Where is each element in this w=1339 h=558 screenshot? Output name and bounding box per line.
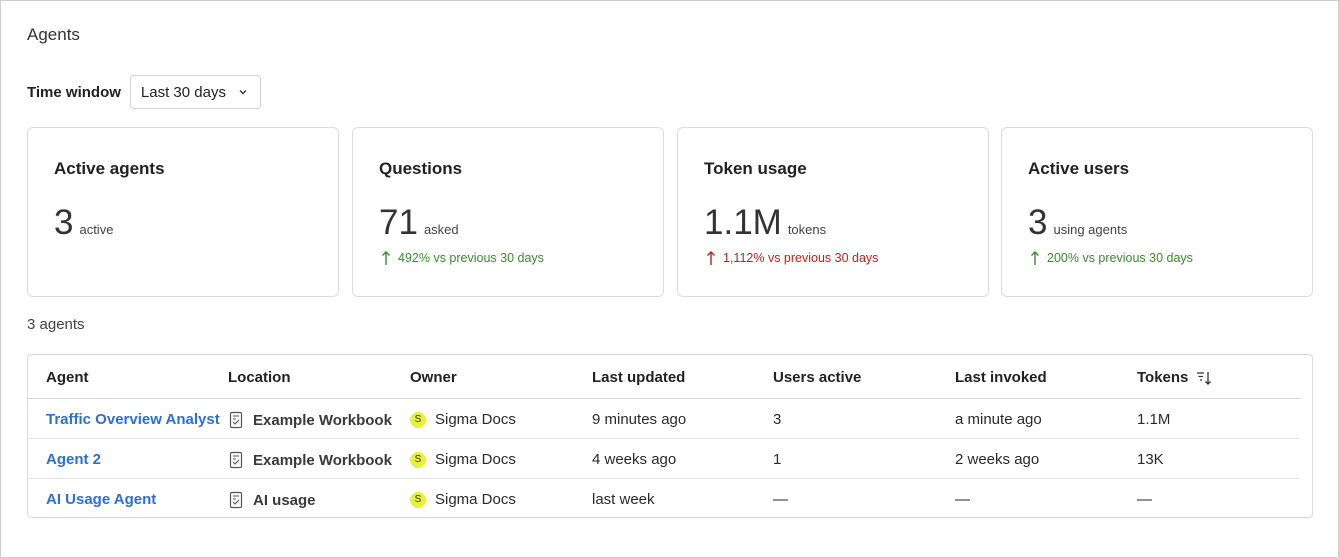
table-row[interactable]: AI Usage Agent AI usage S Sigma Docs las…: [28, 479, 1300, 519]
avatar: S: [410, 491, 426, 508]
card-token-usage: Token usage 1.1M tokens 1,112% vs previo…: [677, 127, 989, 297]
column-header-last-updated[interactable]: Last updated: [592, 369, 685, 386]
time-window-select[interactable]: Last 30 days: [129, 75, 261, 109]
workbook-icon: [228, 491, 244, 509]
owner-cell: S Sigma Docs: [410, 451, 516, 468]
card-title: Active users: [1028, 159, 1130, 178]
location-cell: AI usage: [228, 491, 316, 509]
time-window-filter: Time window Last 30 days: [27, 75, 261, 109]
card-title: Token usage: [704, 159, 807, 178]
tokens-cell: —: [1137, 491, 1152, 508]
location-name: Example Workbook: [253, 451, 392, 469]
card-active-users: Active users 3 using agents 200% vs prev…: [1001, 127, 1313, 297]
location-name: AI usage: [253, 491, 316, 509]
column-header-location[interactable]: Location: [228, 369, 291, 386]
workbook-icon: [228, 411, 244, 429]
users-active-cell: 1: [773, 451, 782, 468]
agent-link[interactable]: Traffic Overview Analyst: [46, 411, 220, 428]
card-value-row: 3 using agents: [1028, 202, 1127, 244]
card-questions: Questions 71 asked 492% vs previous 30 d…: [352, 127, 664, 297]
column-header-tokens-label: Tokens: [1137, 369, 1189, 386]
column-header-last-invoked[interactable]: Last invoked: [955, 369, 1047, 386]
time-window-value: Last 30 days: [140, 83, 226, 101]
tokens-cell: 13K: [1137, 451, 1164, 468]
sort-descending-icon[interactable]: [1196, 370, 1212, 386]
last-invoked-cell: a minute ago: [955, 411, 1042, 428]
card-delta: 200% vs previous 30 days: [1030, 250, 1193, 266]
arrow-up-icon: [706, 250, 716, 266]
table-row[interactable]: Agent 2 Example Workbook S Sigma Docs 4 …: [28, 439, 1300, 479]
card-delta-text: 492% vs previous 30 days: [398, 251, 544, 265]
column-header-owner[interactable]: Owner: [410, 369, 457, 386]
last-invoked-cell: —: [955, 491, 970, 508]
last-invoked-cell: 2 weeks ago: [955, 451, 1040, 468]
column-header-agent[interactable]: Agent: [46, 369, 89, 386]
workbook-icon: [228, 451, 244, 469]
table-header: Agent Location Owner Last updated Users …: [28, 355, 1300, 399]
card-delta-text: 200% vs previous 30 days: [1047, 251, 1193, 265]
agents-table: Agent Location Owner Last updated Users …: [27, 354, 1313, 518]
card-value: 3: [54, 203, 74, 242]
agent-link[interactable]: AI Usage Agent: [46, 491, 156, 508]
last-updated-cell: 9 minutes ago: [592, 411, 687, 428]
arrow-up-icon: [381, 250, 391, 266]
card-value-row: 71 asked: [379, 202, 459, 244]
card-unit: using agents: [1053, 222, 1128, 237]
card-value-row: 1.1M tokens: [704, 202, 826, 244]
column-header-users-active[interactable]: Users active: [773, 369, 861, 386]
card-value-row: 3 active: [54, 202, 113, 244]
column-header-tokens[interactable]: Tokens: [1137, 369, 1212, 386]
owner-cell: S Sigma Docs: [410, 411, 516, 428]
card-value: 1.1M: [704, 203, 782, 242]
agent-name[interactable]: Agent 2: [46, 451, 101, 468]
agents-count: 3 agents: [27, 316, 85, 333]
card-active-agents: Active agents 3 active: [27, 127, 339, 297]
users-active-cell: —: [773, 491, 788, 508]
tokens-cell: 1.1M: [1137, 411, 1171, 428]
chevron-down-icon: [238, 87, 248, 97]
table-row[interactable]: Traffic Overview Analyst Example Workboo…: [28, 399, 1300, 439]
arrow-up-icon: [1030, 250, 1040, 266]
card-delta-text: 1,112% vs previous 30 days: [723, 251, 879, 265]
card-value: 71: [379, 203, 418, 242]
card-unit: tokens: [787, 222, 827, 237]
avatar: S: [410, 451, 426, 468]
agent-name[interactable]: Traffic Overview Analyst: [46, 411, 220, 428]
location-name: Example Workbook: [253, 411, 392, 429]
card-unit: asked: [423, 222, 459, 237]
location-cell: Example Workbook: [228, 451, 392, 469]
card-title: Questions: [379, 159, 463, 178]
owner-name: Sigma Docs: [435, 451, 516, 468]
agent-link[interactable]: Agent 2: [46, 451, 101, 468]
card-delta: 1,112% vs previous 30 days: [706, 250, 878, 266]
avatar: S: [410, 411, 426, 428]
card-delta: 492% vs previous 30 days: [381, 250, 544, 266]
page-title: Agents: [27, 25, 80, 44]
last-updated-cell: 4 weeks ago: [592, 451, 677, 468]
location-cell: Example Workbook: [228, 411, 392, 429]
card-unit: active: [79, 222, 114, 237]
users-active-cell: 3: [773, 411, 782, 428]
agents-page: Agents Time window Last 30 days Active a…: [0, 0, 1339, 558]
time-window-label: Time window: [27, 83, 121, 101]
owner-name: Sigma Docs: [435, 491, 516, 508]
owner-cell: S Sigma Docs: [410, 491, 516, 508]
card-value: 3: [1028, 203, 1048, 242]
last-updated-cell: last week: [592, 491, 655, 508]
owner-name: Sigma Docs: [435, 411, 516, 428]
card-title: Active agents: [54, 159, 165, 178]
agent-name[interactable]: AI Usage Agent: [46, 491, 156, 508]
